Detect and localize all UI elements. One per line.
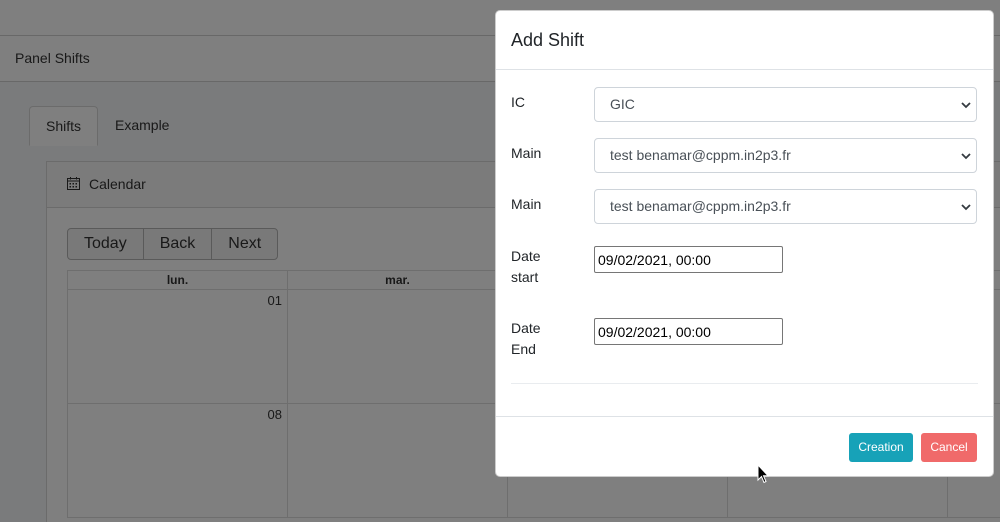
date-end-row: Date End [511, 318, 978, 368]
date-end-input[interactable] [594, 318, 783, 345]
main1-label: Main [511, 145, 542, 161]
ic-select-value: GIC [610, 96, 635, 112]
main2-select-value: test benamar@cppm.in2p3.fr [610, 198, 791, 214]
add-shift-modal: Add Shift IC GIC Main test benamar@cppm.… [495, 10, 994, 477]
main2-row: Main test benamar@cppm.in2p3.fr [511, 189, 978, 224]
date-end-label: Date End [511, 320, 541, 357]
modal-body: IC GIC Main test benamar@cppm.in2p3.fr M… [496, 70, 993, 416]
main1-select-value: test benamar@cppm.in2p3.fr [610, 147, 791, 163]
main2-select[interactable]: test benamar@cppm.in2p3.fr [594, 189, 977, 224]
main1-row: Main test benamar@cppm.in2p3.fr [511, 138, 978, 173]
date-start-label: Date start [511, 248, 541, 285]
creation-button[interactable]: Creation [849, 433, 913, 462]
date-start-input[interactable] [594, 246, 783, 273]
date-start-row: Date start [511, 246, 978, 296]
modal-header: Add Shift [496, 11, 993, 70]
cancel-button[interactable]: Cancel [921, 433, 977, 462]
ic-select[interactable]: GIC [594, 87, 977, 122]
mouse-cursor-icon [757, 464, 769, 484]
chevron-down-icon [961, 102, 971, 109]
ic-row: IC GIC [511, 87, 978, 122]
chevron-down-icon [961, 204, 971, 211]
main1-select[interactable]: test benamar@cppm.in2p3.fr [594, 138, 977, 173]
ic-label: IC [511, 94, 525, 110]
modal-title: Add Shift [511, 30, 585, 50]
form-divider [511, 383, 978, 384]
chevron-down-icon [961, 153, 971, 160]
modal-footer: Creation Cancel [496, 416, 993, 478]
main2-label: Main [511, 196, 542, 212]
